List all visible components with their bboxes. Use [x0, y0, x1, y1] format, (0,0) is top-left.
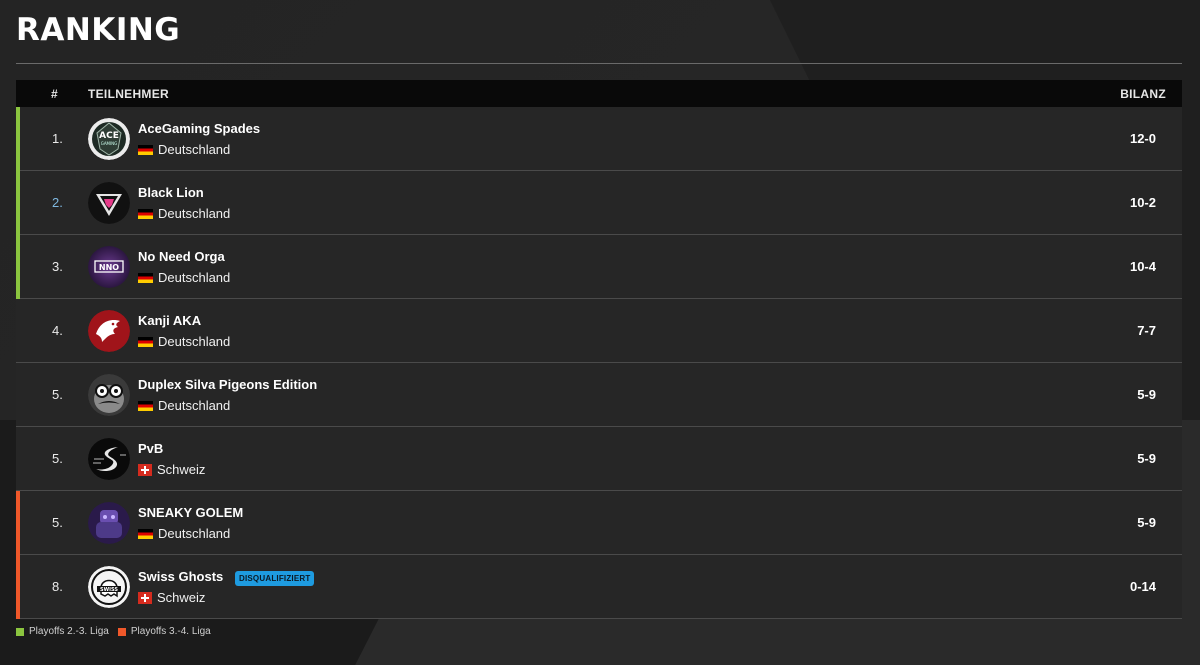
record: 10-4: [1129, 259, 1156, 274]
team-name[interactable]: AceGaming Spades: [138, 121, 260, 136]
legend-label: Playoffs 3.-4. Liga: [130, 626, 211, 637]
ace-gaming-logo[interactable]: ACE GAMING: [88, 118, 130, 160]
de-flag-icon: [138, 528, 153, 539]
table-row[interactable]: 4. Kanji AKA Deutschland 7-7: [16, 299, 1182, 363]
team-country: Deutschland: [138, 270, 230, 285]
svg-text:NNO: NNO: [99, 263, 119, 272]
record: 5-9: [1137, 451, 1156, 466]
country-name: Deutschland: [158, 206, 231, 221]
eagle-logo[interactable]: [88, 310, 130, 352]
swiss-ghosts-logo[interactable]: SWISS: [88, 566, 130, 608]
de-flag-icon: [138, 400, 153, 411]
ranking-table: # TEILNEHMER BILANZ 1. ACE GAMING AceGam…: [16, 80, 1182, 619]
record: 5-9: [1137, 387, 1156, 402]
team-country: Deutschland: [138, 334, 230, 349]
country-name: Schweiz: [157, 590, 206, 605]
team-name[interactable]: Kanji AKA: [138, 313, 201, 328]
team-name[interactable]: Black Lion: [138, 185, 204, 200]
de-flag-icon: [138, 336, 153, 347]
pigeon-logo[interactable]: [88, 374, 130, 416]
table-row[interactable]: 3. NNO No Need Orga Deutschland 10-4: [16, 235, 1182, 299]
table-header: # TEILNEHMER BILANZ: [16, 80, 1182, 107]
status-bar: [16, 235, 20, 299]
header-record: BILANZ: [1120, 87, 1166, 101]
rank: 2.: [52, 195, 63, 210]
header-team: TEILNEHMER: [88, 87, 169, 101]
status-bar: [16, 555, 20, 619]
rank: 4.: [52, 323, 63, 338]
table-row[interactable]: 2. Black Lion Deutschland 10-2: [16, 171, 1182, 235]
team-country: Deutschland: [138, 142, 230, 157]
status-bar: [16, 107, 20, 171]
disqualified-badge: DISQUALIFIZIERT: [235, 571, 315, 586]
header-rank: #: [51, 87, 58, 101]
table-row[interactable]: 8. SWISS Swiss Ghosts DISQUALIFIZIERT Sc…: [16, 555, 1182, 619]
svg-text:ACE: ACE: [99, 131, 119, 141]
team-name[interactable]: Duplex Silva Pigeons Edition: [138, 377, 317, 392]
title-divider: [16, 63, 1182, 64]
team-country: Deutschland: [138, 398, 230, 413]
country-name: Deutschland: [158, 334, 231, 349]
team-name[interactable]: No Need Orga: [138, 249, 225, 264]
team-country: Schweiz: [138, 462, 205, 477]
rank: 5.: [52, 387, 63, 402]
country-name: Deutschland: [158, 270, 231, 285]
record: 5-9: [1137, 515, 1156, 530]
status-bar: [16, 171, 20, 235]
legend-item-playoffs-2-3: Playoffs 2.-3. Liga: [16, 626, 109, 637]
rank: 5.: [52, 515, 63, 530]
table-row[interactable]: 5. PvB Schweiz 5-9: [16, 427, 1182, 491]
rank: 3.: [52, 259, 63, 274]
team-country: Deutschland: [138, 206, 230, 221]
table-row[interactable]: 1. ACE GAMING AceGaming Spades Deutschla…: [16, 107, 1182, 171]
ch-flag-icon: [138, 591, 152, 604]
team-country: Schweiz: [138, 590, 205, 605]
team-name[interactable]: SNEAKY GOLEM: [138, 505, 243, 520]
country-name: Deutschland: [158, 398, 231, 413]
legend: Playoffs 2.-3. Liga Playoffs 3.-4. Liga: [16, 626, 220, 637]
record: 0-14: [1129, 579, 1156, 594]
rank: 5.: [52, 451, 63, 466]
legend-swatch-green: [16, 627, 24, 636]
record: 12-0: [1129, 131, 1156, 146]
country-name: Deutschland: [158, 526, 231, 541]
svg-text:GAMING: GAMING: [101, 141, 118, 146]
team-country: Deutschland: [138, 526, 230, 541]
team-name[interactable]: PvB: [138, 441, 163, 456]
ch-flag-icon: [138, 463, 152, 476]
table-row[interactable]: 5. Duplex Silva Pigeons Edition Deutschl…: [16, 363, 1182, 427]
legend-label: Playoffs 2.-3. Liga: [29, 626, 109, 637]
table-row[interactable]: 5. SNEAKY GOLEM Deutschland 5-9: [16, 491, 1182, 555]
golem-logo[interactable]: [88, 502, 130, 544]
page-title: RANKING: [16, 12, 181, 48]
de-flag-icon: [138, 272, 153, 283]
de-flag-icon: [138, 144, 153, 155]
de-flag-icon: [138, 208, 153, 219]
record: 10-2: [1129, 195, 1156, 210]
pvb-logo[interactable]: [88, 438, 130, 480]
country-name: Deutschland: [158, 142, 231, 157]
legend-swatch-orange: [117, 627, 126, 636]
record: 7-7: [1137, 323, 1156, 338]
country-name: Schweiz: [157, 462, 206, 477]
svg-text:SWISS: SWISS: [100, 587, 118, 593]
status-bar: [16, 491, 20, 555]
rank: 8.: [52, 579, 63, 594]
black-lion-logo[interactable]: [88, 182, 130, 224]
rank: 1.: [52, 131, 63, 146]
legend-item-playoffs-3-4: Playoffs 3.-4. Liga: [117, 626, 211, 637]
nno-logo[interactable]: NNO: [88, 246, 130, 288]
team-name[interactable]: Swiss Ghosts: [138, 569, 223, 584]
